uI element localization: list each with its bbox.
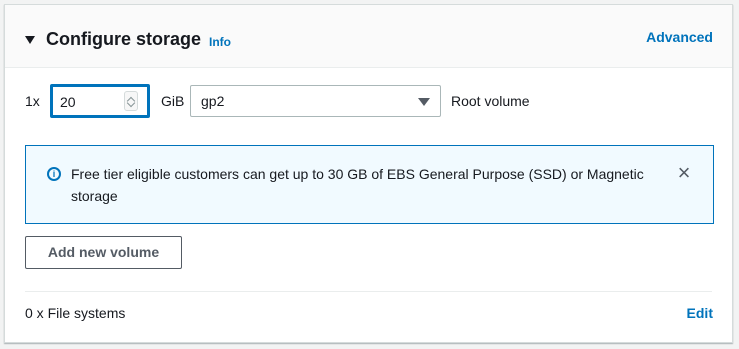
- volume-size-value[interactable]: 20: [60, 94, 76, 110]
- root-volume-label: Root volume: [451, 93, 530, 109]
- section-title[interactable]: Configure storage: [46, 29, 201, 50]
- info-icon: i: [47, 167, 61, 181]
- add-new-volume-button[interactable]: Add new volume: [25, 236, 182, 269]
- volume-type-value[interactable]: gp2: [201, 93, 224, 109]
- panel-header: Configure storage Info Advanced: [5, 5, 732, 68]
- collapse-caret-icon[interactable]: [25, 36, 35, 44]
- configure-storage-panel: Configure storage Info Advanced 1x 20 Gi…: [4, 4, 733, 343]
- edit-file-systems-link[interactable]: Edit: [687, 305, 713, 321]
- alert-message: Free tier eligible customers can get up …: [71, 166, 644, 204]
- info-link[interactable]: Info: [209, 35, 231, 49]
- dropdown-arrow-icon[interactable]: [418, 98, 430, 106]
- size-unit-label: GiB: [161, 93, 185, 109]
- size-stepper-icon[interactable]: [124, 91, 138, 111]
- volume-type-select[interactable]: gp2: [190, 85, 441, 117]
- close-icon[interactable]: ×: [675, 162, 693, 184]
- free-tier-alert: i Free tier eligible customers can get u…: [25, 145, 714, 224]
- volume-count-label: 1x: [25, 93, 40, 109]
- file-systems-label: 0 x File systems: [25, 305, 126, 321]
- advanced-link[interactable]: Advanced: [646, 29, 713, 45]
- divider: [25, 291, 712, 292]
- volume-size-input[interactable]: 20: [50, 84, 150, 118]
